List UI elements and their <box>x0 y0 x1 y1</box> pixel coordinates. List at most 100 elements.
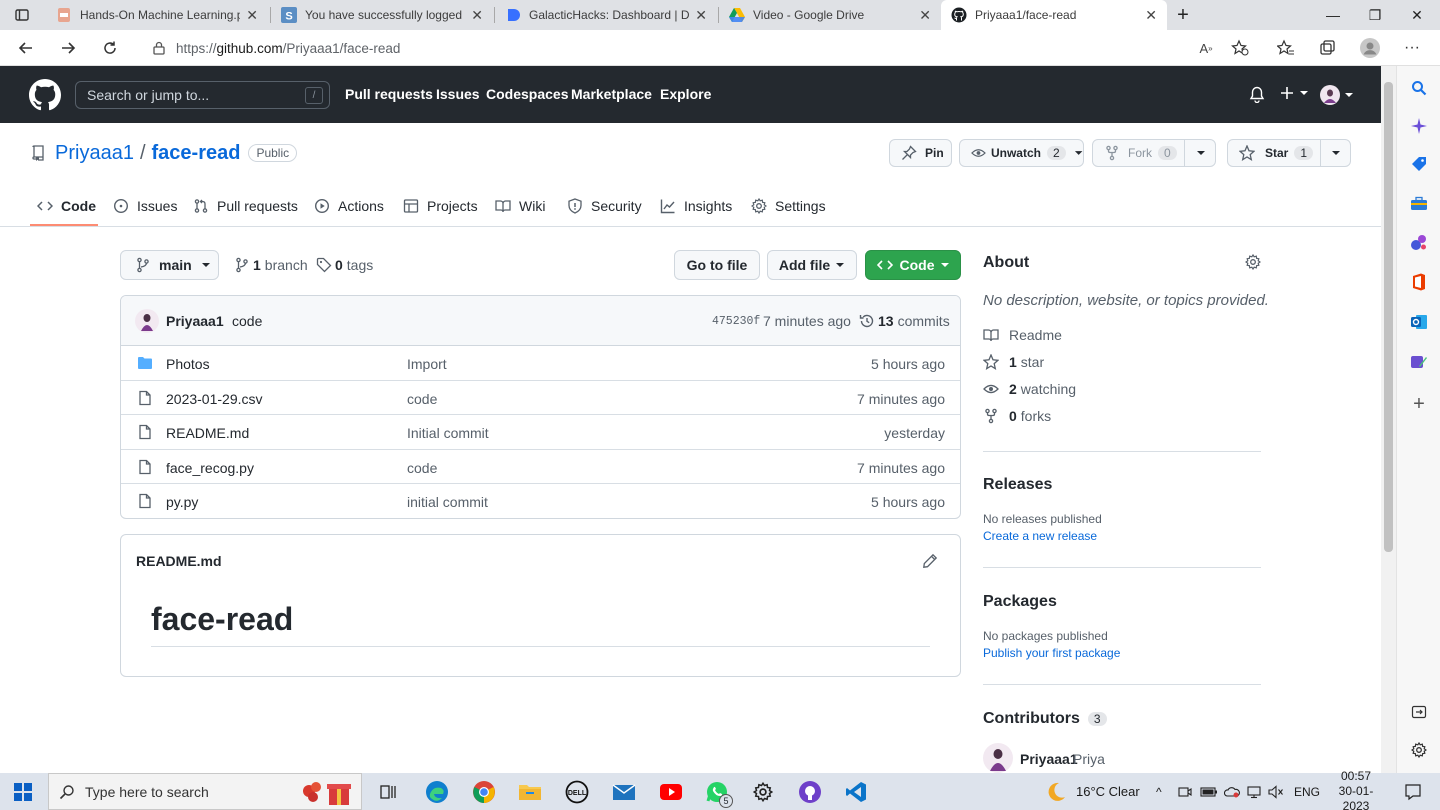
pin-button[interactable]: Pin <box>889 139 952 167</box>
branch-select-button[interactable]: main <box>120 250 219 280</box>
tray-meet-icon[interactable] <box>1178 773 1192 810</box>
commit-message[interactable]: code <box>232 313 262 329</box>
nav-explore[interactable]: Explore <box>660 86 711 102</box>
commits-link[interactable]: 13 commits <box>859 313 950 329</box>
tab-issues[interactable]: Issues <box>113 196 177 216</box>
nav-pull-requests[interactable]: Pull requests <box>345 86 433 102</box>
volume-mute-icon[interactable] <box>1268 773 1284 810</box>
shopping-tag-icon[interactable] <box>1409 154 1429 174</box>
edit-pencil-icon[interactable] <box>922 553 938 569</box>
file-commit-message[interactable]: code <box>407 460 437 476</box>
repo-owner-link[interactable]: Priyaaa1 <box>55 142 134 165</box>
packages-title[interactable]: Packages <box>983 593 1057 611</box>
create-new-menu[interactable] <box>1279 85 1310 101</box>
mail-icon[interactable] <box>611 779 637 805</box>
drop-icon[interactable] <box>1409 352 1429 372</box>
readme-link[interactable]: Readme <box>983 327 1062 343</box>
office-icon[interactable] <box>1409 272 1429 292</box>
restore-icon[interactable]: ❐ <box>1352 0 1398 30</box>
profile-avatar[interactable] <box>1358 36 1382 60</box>
file-commit-message[interactable]: initial commit <box>407 494 488 510</box>
search-icon[interactable] <box>1409 78 1429 98</box>
releases-title[interactable]: Releases <box>983 476 1052 494</box>
close-tab-icon[interactable]: ✕ <box>695 7 707 24</box>
tab-pull-requests[interactable]: Pull requests <box>193 196 298 216</box>
chrome-icon[interactable] <box>471 779 497 805</box>
tab-projects[interactable]: Projects <box>403 196 478 216</box>
new-tab-icon[interactable]: + <box>1160 0 1206 30</box>
user-menu[interactable] <box>1320 85 1355 105</box>
scrollbar-thumb[interactable] <box>1384 82 1393 552</box>
browser-tab-2[interactable]: GalacticHacks: Dashboard | Devfolio ✕ <box>495 0 717 30</box>
go-to-file-button[interactable]: Go to file <box>674 250 760 280</box>
repo-name-link[interactable]: face-read <box>152 142 241 165</box>
add-sidebar-app-icon[interactable]: + <box>1409 393 1429 415</box>
stars-link[interactable]: 1 star <box>983 354 1044 370</box>
forks-link[interactable]: 0 forks <box>983 408 1051 424</box>
tab-actions-icon[interactable] <box>10 3 34 27</box>
github-logo-icon[interactable] <box>29 79 61 111</box>
browser-tab-1[interactable]: S You have successfully logged on. ✕ <box>271 0 493 30</box>
commit-hash[interactable]: 475230f <box>712 315 760 328</box>
battery-icon[interactable] <box>1200 773 1218 810</box>
nav-issues[interactable]: Issues <box>436 86 480 102</box>
tags-link[interactable]: 0 tags <box>316 257 373 273</box>
file-row[interactable]: py.py initial commit 5 hours ago <box>121 484 960 518</box>
add-file-button[interactable]: Add file <box>767 250 857 280</box>
github-desktop-icon[interactable] <box>797 779 823 805</box>
publish-package-link[interactable]: Publish your first package <box>983 646 1120 660</box>
network-icon[interactable] <box>1246 773 1262 810</box>
refresh-icon[interactable] <box>98 36 122 60</box>
notification-center-icon[interactable] <box>1404 773 1422 810</box>
github-search-input[interactable]: Search or jump to... / <box>75 81 330 109</box>
settings-gear-icon[interactable] <box>750 779 776 805</box>
settings-more-icon[interactable]: ··· <box>1400 36 1424 60</box>
file-commit-message[interactable]: code <box>407 391 437 407</box>
games-icon[interactable] <box>1409 232 1429 252</box>
language-indicator[interactable]: ENG <box>1294 773 1320 810</box>
tray-overflow-icon[interactable]: ^ <box>1156 773 1162 810</box>
close-tab-icon[interactable]: ✕ <box>1145 7 1157 24</box>
tab-actions[interactable]: Actions <box>314 196 384 216</box>
fork-button[interactable]: Fork 0 <box>1092 139 1216 167</box>
windows-start-icon[interactable] <box>10 779 36 805</box>
unwatch-button[interactable]: Unwatch 2 <box>959 139 1084 167</box>
file-name[interactable]: py.py <box>166 494 198 510</box>
clock[interactable]: 00:57 30-01-2023 <box>1326 769 1386 810</box>
taskbar-search-box[interactable]: Type here to search <box>48 773 362 810</box>
file-row[interactable]: 2023-01-29.csv code 7 minutes ago <box>121 381 960 416</box>
file-name[interactable]: README.md <box>166 425 249 441</box>
close-window-icon[interactable]: ✕ <box>1394 0 1440 30</box>
browser-tab-0[interactable]: Hands-On Machine Learning.pdf ✕ <box>46 0 268 30</box>
tab-settings[interactable]: Settings <box>751 196 826 216</box>
back-icon[interactable] <box>14 36 38 60</box>
weather-widget[interactable]: 16°C Clear <box>1044 773 1140 810</box>
browser-tab-3[interactable]: Video - Google Drive ✕ <box>719 0 941 30</box>
author-avatar[interactable] <box>135 309 159 333</box>
collections-icon[interactable] <box>1316 36 1340 60</box>
file-row[interactable]: Photos Import 5 hours ago <box>121 346 960 381</box>
tools-briefcase-icon[interactable] <box>1409 194 1429 214</box>
file-name[interactable]: 2023-01-29.csv <box>166 391 263 407</box>
edge-browser-icon[interactable] <box>424 779 450 805</box>
watching-link[interactable]: 2 watching <box>983 381 1076 397</box>
notifications-bell-icon[interactable] <box>1249 86 1265 103</box>
tab-wiki[interactable]: Wiki <box>495 196 545 216</box>
file-commit-message[interactable]: Initial commit <box>407 425 489 441</box>
close-tab-icon[interactable]: ✕ <box>246 7 258 24</box>
sparkle-icon[interactable] <box>1409 116 1429 136</box>
outlook-icon[interactable] <box>1409 312 1429 332</box>
readme-filename[interactable]: README.md <box>136 553 222 569</box>
gear-icon[interactable] <box>1245 254 1261 270</box>
contributor-login[interactable]: Priyaaa1 <box>1020 751 1078 767</box>
branches-link[interactable]: 1 branch <box>234 257 308 273</box>
favorites-icon[interactable] <box>1274 36 1298 60</box>
commit-author[interactable]: Priyaaa1 <box>166 313 224 329</box>
nav-marketplace[interactable]: Marketplace <box>571 86 652 102</box>
dell-icon[interactable]: DELL <box>564 779 590 805</box>
close-tab-icon[interactable]: ✕ <box>471 7 483 24</box>
browser-tab-4[interactable]: Priyaaa1/face-read ✕ <box>941 0 1167 30</box>
close-tab-icon[interactable]: ✕ <box>919 7 931 24</box>
tab-insights[interactable]: Insights <box>660 196 732 216</box>
star-button[interactable]: Star 1 <box>1227 139 1351 167</box>
